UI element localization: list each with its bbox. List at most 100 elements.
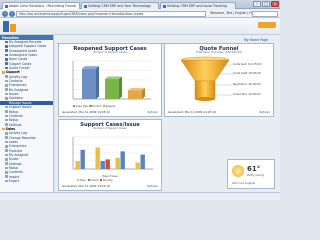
card-subtitle: Total Value of Quotes: ($36,230.00) (196, 51, 242, 55)
back-button[interactable]: ‹ (2, 10, 8, 17)
window-controls: – □ × (253, 1, 279, 7)
sidebar-item-icon (5, 114, 8, 118)
bar (120, 151, 125, 169)
card-subtitle: Number of Support Cases (93, 127, 127, 131)
sidebar-item-icon (5, 140, 8, 144)
sun-icon (232, 165, 244, 177)
browser-tab-1[interactable]: Getting CRM ERP and Your Technology (81, 1, 159, 9)
sidebar-item-icon (5, 131, 8, 135)
bar (75, 161, 80, 169)
bar-side (96, 66, 99, 99)
sidebar-item-icon (2, 127, 5, 131)
funnel-callout-2: Negotiation: $6,700.00 (233, 83, 261, 86)
tools-button[interactable] (258, 22, 276, 28)
sidebar-item-icon (5, 92, 8, 96)
sidebar-item-icon (2, 71, 5, 74)
browser-tabbar: Adapt Cove Solutions - Recruiting Funnel… (0, 0, 280, 9)
reopened-cases-chart (72, 60, 151, 100)
bar (128, 90, 142, 99)
bar (82, 68, 96, 99)
sidebar-item-icon (5, 157, 8, 161)
funnel-callout-0: Quote Sent: $14,750.00 (233, 63, 262, 66)
address-bar[interactable]: http://sol-enterprise/apps/SugarCRM/inde… (16, 10, 206, 17)
quote-funnel-card: Quote Funnel Total Value of Quotes: ($36… (164, 43, 274, 117)
favicon-icon (162, 4, 166, 8)
user-links[interactable]: Welcome, Test | English | FAQs (210, 11, 257, 15)
refresh-link[interactable]: Refresh (259, 110, 270, 114)
funnel-callout-3: Closed Won: $6,200.00 (233, 93, 261, 96)
chart-legend: Open Closed Pending (77, 179, 112, 182)
card-footer: Generated: Mar 11 2009 14:25:10 (62, 184, 110, 188)
bar (95, 147, 100, 169)
app-header (0, 18, 280, 35)
bar (105, 79, 119, 99)
sidebar-item-icon (5, 58, 8, 61)
sidebar-item-icon (5, 153, 8, 157)
funnel-callout-1: Quote Draft: $8,580.00 (233, 72, 261, 75)
bar (135, 162, 140, 169)
card-footer: Generated: Mar 11 2009 14:25:10 (168, 110, 216, 114)
sidebar-item[interactable]: Export (0, 179, 53, 183)
card-subtitle: Number of Support Cases (93, 51, 127, 55)
sidebar-item-icon (5, 79, 8, 83)
sidebar: Favorites My Assigned Records Assigned Su… (0, 35, 54, 192)
close-button[interactable]: × (271, 1, 279, 7)
sidebar-item-label: Export (8, 179, 19, 183)
weather-widget: 61° Partly Cloudy Get more widgets (227, 159, 275, 189)
sidebar-item-icon (5, 166, 8, 170)
bar (140, 154, 145, 169)
maximize-button[interactable]: □ (262, 1, 270, 7)
refresh-link[interactable]: Refresh (147, 110, 158, 114)
sidebar-item-icon (5, 40, 8, 44)
sidebar-item-icon (5, 118, 8, 122)
widgets-link[interactable]: Get more widgets (232, 182, 255, 185)
sidebar-item-icon (5, 144, 8, 148)
support-issues-chart (72, 136, 153, 170)
favicon-icon (83, 4, 87, 8)
sidebar-item-icon (5, 162, 8, 165)
status-bar (0, 192, 280, 200)
sidebar-item-icon (5, 179, 8, 183)
browser-tab-0[interactable]: Adapt Cove Solutions - Recruiting Funnel (2, 1, 80, 9)
bar (80, 149, 85, 169)
reopened-cases-card: Reopened Support Cases Number of Support… (58, 43, 162, 117)
browser-tab-2[interactable]: Getting CRM ERP and Issue Tracking (160, 1, 236, 9)
bar (105, 159, 110, 169)
sidebar-item-icon (5, 75, 8, 79)
refresh-link[interactable]: Refresh (147, 184, 158, 188)
sidebar-list: My Assigned Records Assigned Support Case… (0, 40, 53, 183)
sidebar-item-icon (5, 49, 8, 52)
sidebar-item-icon (5, 136, 8, 139)
forward-button[interactable]: › (9, 10, 15, 17)
sidebar-item-icon (5, 123, 8, 126)
home-page-link[interactable]: My Home Page (244, 38, 268, 42)
minimize-button[interactable]: – (253, 1, 261, 7)
sidebar-item-icon (5, 105, 8, 109)
sidebar-item-icon (5, 149, 8, 152)
bar (100, 161, 105, 169)
bar-side (119, 76, 122, 99)
browser-navbar: ‹ › http://sol-enterprise/apps/SugarCRM/… (0, 9, 280, 18)
sidebar-item-icon (5, 110, 8, 113)
browser-search-input[interactable] (252, 10, 278, 17)
temperature: 61° (247, 165, 261, 173)
sidebar-item-icon (5, 62, 8, 66)
bar-top (128, 87, 145, 91)
sidebar-item-icon (5, 101, 8, 105)
sidebar-item-icon (5, 84, 8, 87)
sidebar-item-icon (5, 45, 8, 48)
app-logo (3, 21, 17, 32)
x-axis-label: Type of Issue (102, 175, 118, 178)
sidebar-item-icon (5, 53, 8, 57)
sidebar-item-icon (5, 88, 8, 92)
weather-description: Partly Cloudy (247, 174, 265, 177)
sidebar-item-icon (5, 97, 8, 100)
bar-top (82, 66, 99, 69)
support-issues-card: Support Cases/Issue Number of Support Ca… (58, 119, 162, 191)
sidebar-item-icon (5, 175, 8, 178)
sidebar-item-icon (5, 66, 8, 70)
bar (115, 157, 120, 169)
card-footer: Generated: Mar 11 2009 14:25:10 (62, 110, 110, 114)
chart-legend: Case Type Product Severity (73, 105, 115, 108)
favicon-icon (4, 4, 8, 8)
